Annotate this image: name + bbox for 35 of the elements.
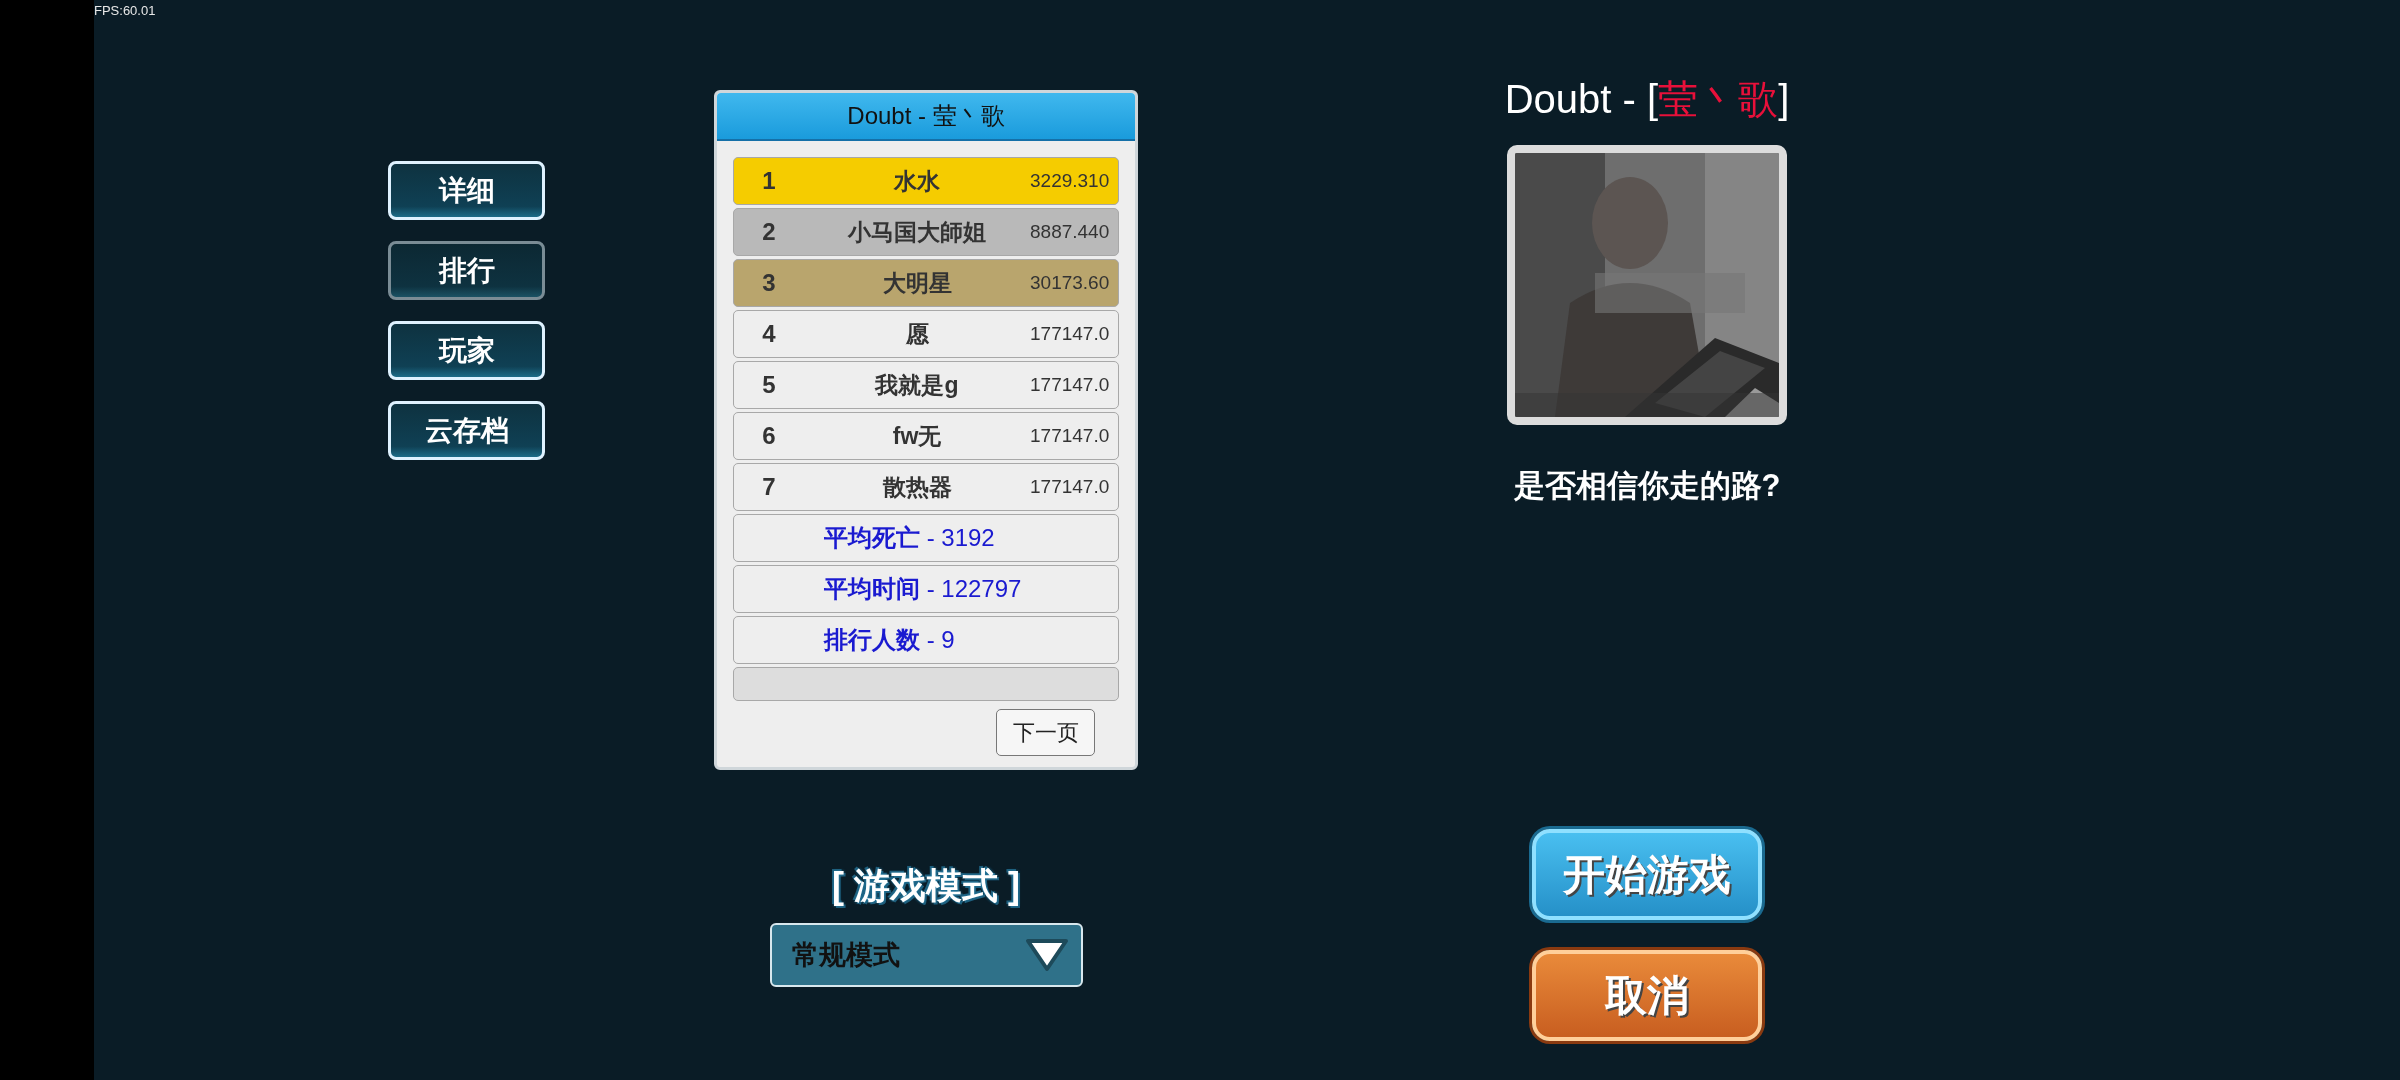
score-value: 177147.0 <box>1030 323 1111 345</box>
caret-icon <box>1024 938 1069 972</box>
mode-label: [ 游戏模式 ] <box>832 864 1020 908</box>
score-value: 177147.0 <box>1030 374 1111 396</box>
stat-text: 排行人数 - 9 <box>824 625 955 655</box>
player-name: 小马国大師姐 <box>846 217 987 247</box>
player-name: 散热器 <box>881 472 953 502</box>
rank-number: 3 <box>761 269 777 297</box>
player-name: 愿 <box>904 319 930 349</box>
score-value: 8887.440 <box>1030 221 1111 243</box>
score-value: 177147.0 <box>1030 425 1111 447</box>
rank-number: 2 <box>761 218 777 246</box>
player-name: 大明星 <box>881 268 953 298</box>
fps-counter: FPS:60.01 <box>94 3 156 18</box>
player-name: fw无 <box>891 421 943 451</box>
stat-text: 平均时间 - 122797 <box>824 574 1022 604</box>
score-value: 177147.0 <box>1030 476 1111 498</box>
next-page-button[interactable]: 下一页 <box>996 709 1095 756</box>
stat-text: 平均死亡 - 3192 <box>824 523 995 553</box>
player-name: 我就是g <box>873 370 960 400</box>
side-tab[interactable]: 玩家 <box>388 321 545 380</box>
song-subtitle: 是否相信你走的路? <box>1513 467 1781 505</box>
rank-number: 4 <box>761 320 777 348</box>
score-value: 30173.60 <box>1030 272 1111 294</box>
rank-number: 5 <box>761 371 777 399</box>
score-value: 3229.310 <box>1030 170 1111 192</box>
rank-number: 6 <box>761 422 777 450</box>
rank-number: 7 <box>761 473 777 501</box>
player-name: 水水 <box>892 166 941 196</box>
side-tab[interactable]: 详细 <box>388 161 545 220</box>
side-tab[interactable]: 云存档 <box>388 401 545 460</box>
rank-number: 1 <box>761 167 777 195</box>
side-tab[interactable]: 排行 <box>388 241 545 300</box>
panel-title: Doubt - 莹丶歌 <box>717 93 1135 141</box>
song-title: Doubt - [莹丶歌] <box>1504 76 1790 123</box>
